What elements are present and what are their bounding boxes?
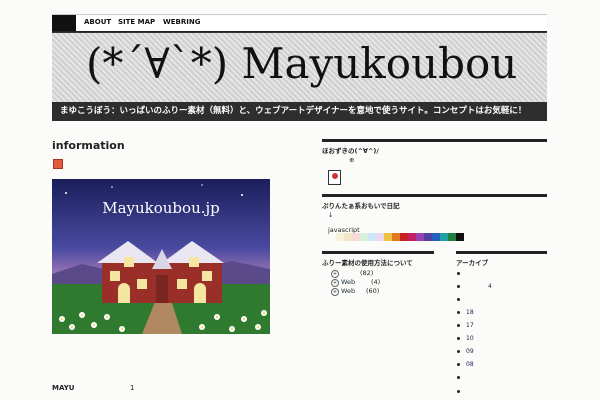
list-bullet — [457, 350, 460, 353]
widget3-title: ふりー素材の使用方法について — [322, 251, 434, 267]
color-swatch[interactable] — [416, 233, 424, 241]
plus-icon: + — [331, 270, 339, 278]
category-count-2: (4) — [371, 278, 381, 286]
category-item-3[interactable]: + Web — [331, 287, 355, 296]
color-swatch[interactable] — [432, 233, 440, 241]
footer-number: 1 — [130, 384, 135, 392]
color-swatch[interactable] — [344, 233, 352, 241]
color-swatches — [336, 233, 464, 241]
color-swatch[interactable] — [360, 233, 368, 241]
category-count-1: (82) — [360, 269, 374, 277]
nav-webring-link[interactable]: WEBRING — [163, 18, 200, 26]
archive-link[interactable]: 08 — [466, 361, 474, 368]
widget1-title: ほおずきの(^∀^)/ — [322, 139, 547, 155]
plus-icon: + — [331, 288, 339, 296]
color-swatch[interactable] — [424, 233, 432, 241]
site-header: (*´∀`*) Mayukoubou — [52, 32, 547, 103]
archive-link[interactable]: 18 — [466, 309, 474, 316]
nav-about-link[interactable]: ABOUT — [84, 18, 111, 26]
category-count-3: (60) — [366, 287, 380, 295]
list-bullet — [457, 324, 460, 327]
list-bullet — [457, 390, 460, 393]
color-swatch[interactable] — [368, 233, 376, 241]
color-swatch[interactable] — [400, 233, 408, 241]
widget2-title: ぷりんたぁ系おもいで日記 — [322, 194, 547, 210]
site-tagline: まゆこうぼう：いっぱいのふりー素材（無料）と、ウェブアートデザイナーを意地で使う… — [52, 102, 547, 121]
list-bullet — [457, 376, 460, 379]
hero-illustration: Mayukoubou.jp — [52, 179, 270, 334]
footer-label: MAYU — [52, 384, 75, 392]
widget1-plus-icon[interactable]: ⊕ — [349, 156, 354, 164]
color-swatch[interactable] — [408, 233, 416, 241]
color-swatch[interactable] — [376, 233, 384, 241]
list-bullet — [457, 285, 460, 288]
information-heading: information — [52, 139, 125, 152]
down-arrow-link[interactable]: ↓ — [328, 211, 333, 219]
color-swatch[interactable] — [384, 233, 392, 241]
hero-text: Mayukoubou.jp — [102, 199, 220, 217]
archive-link[interactable]: 09 — [466, 348, 474, 355]
site-title[interactable]: (*´∀`*) Mayukoubou — [86, 39, 517, 88]
list-bullet — [457, 363, 460, 366]
hero-image: Mayukoubou.jp — [52, 179, 270, 334]
color-swatch[interactable] — [392, 233, 400, 241]
top-nav: ABOUT SITE MAP WEBRING — [52, 14, 547, 33]
nav-sitemap-link[interactable]: SITE MAP — [118, 18, 155, 26]
color-swatch[interactable] — [336, 233, 344, 241]
list-bullet — [457, 298, 460, 301]
list-bullet — [457, 311, 460, 314]
category-item-1[interactable]: + — [331, 269, 341, 278]
nav-black-block — [52, 15, 76, 31]
color-swatch[interactable] — [456, 233, 464, 241]
widget4-title: アーカイブ — [456, 251, 547, 267]
archive-link[interactable]: 4 — [488, 283, 492, 290]
color-swatch[interactable] — [352, 233, 360, 241]
archive-link[interactable]: 17 — [466, 322, 474, 329]
list-bullet — [457, 337, 460, 340]
color-swatch[interactable] — [440, 233, 448, 241]
list-bullet — [457, 272, 460, 275]
plus-icon: + — [331, 279, 339, 287]
archive-link[interactable]: 10 — [466, 335, 474, 342]
mascot-icon[interactable] — [328, 170, 341, 185]
color-swatch[interactable] — [448, 233, 456, 241]
rss-icon[interactable] — [53, 159, 63, 169]
category-item-2[interactable]: + Web — [331, 278, 355, 287]
